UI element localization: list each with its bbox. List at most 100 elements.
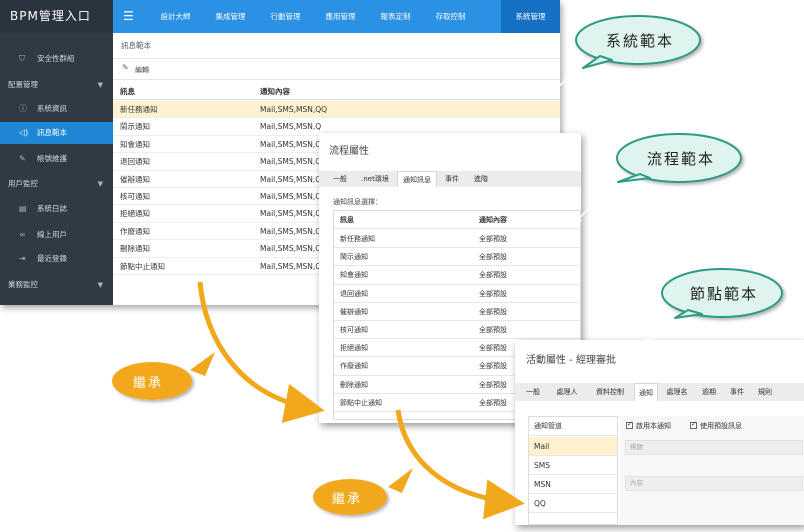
enable-notification-checkbox[interactable]: 啟用本通知 <box>626 420 671 431</box>
table-row[interactable]: 退回通知 全部預設 <box>334 285 581 303</box>
edit-button[interactable]: 編輯 <box>135 65 149 75</box>
nav-tab-access-control[interactable]: 存取控制 <box>423 0 478 33</box>
tab-handler[interactable]: 處理人 <box>548 383 586 401</box>
nav-tab-integration[interactable]: 集成管理 <box>203 0 258 33</box>
row-message-name: 催辦通知 <box>120 174 150 184</box>
pencil-icon[interactable]: ✎ <box>122 63 129 72</box>
table-row[interactable]: 核可通知 全部預設 <box>334 321 581 340</box>
link-icon: ∞ <box>19 230 26 239</box>
row-notification-content: 全部預設 <box>479 253 507 262</box>
channel-item-msn[interactable]: MSN <box>529 475 617 494</box>
nav-tab-mobile[interactable]: 行動管理 <box>258 0 313 33</box>
channel-list: 通知管道 Mail SMS MSN QQ <box>528 416 618 525</box>
tab-handler-name[interactable]: 處理名 <box>660 383 694 401</box>
dialog-tabs: 一般 .net環境 通知訊息 事件 進階 <box>319 171 581 187</box>
row-message-name: 節點中止通知 <box>340 398 382 407</box>
table-row[interactable]: 催辦通知 全部預設 <box>334 303 581 321</box>
channel-item-qq[interactable]: QQ <box>529 494 617 513</box>
inherit-badge-2 <box>313 468 413 515</box>
sidebar-item-account[interactable]: ✎ 帳號維護 <box>0 148 113 170</box>
row-notification-content: 全部預設 <box>479 235 507 243</box>
sidebar-item-online-users[interactable]: ∞ 線上用戶 <box>0 224 113 246</box>
table-header: 訊息 通知內容 <box>113 83 560 100</box>
use-default-message-checkbox[interactable]: 使用預設訊息 <box>690 420 742 431</box>
column-header-content: 通知內容 <box>479 216 507 224</box>
row-notification-content: Mail,SMS,MSN,Q <box>260 226 322 236</box>
sidebar-item-system-info[interactable]: ⓘ 系統資訊 <box>0 98 113 120</box>
sidebar-group-config[interactable]: 配置管理 ▼ <box>0 74 113 96</box>
row-message-name: 作廢通知 <box>120 226 150 236</box>
table-row[interactable]: 鬧示通知 全部預設 <box>334 248 581 267</box>
title-input[interactable]: 標題 <box>625 440 803 455</box>
hamburger-menu-icon[interactable]: ☰ <box>123 9 134 23</box>
sidebar-group-business-monitor[interactable]: 業務監控 ▼ <box>0 274 113 296</box>
row-notification-content: 全部預設 <box>479 289 507 298</box>
sidebar: BPM管理入口 ⛉ 安全性群組 配置管理 ▼ ⓘ 系統資訊 ◁) 訊息範本 ✎ … <box>0 0 113 305</box>
sidebar-group-user-monitor[interactable]: 用戶監控 ▼ <box>0 173 113 195</box>
tab-advanced[interactable]: 進階 <box>467 171 495 187</box>
checkbox-label: 啟用本通知 <box>636 422 671 430</box>
sidebar-item-label: 系統日誌 <box>37 204 67 213</box>
inherit-label-2: 繼承 <box>332 492 363 507</box>
row-notification-content: Mail,SMS,MSN,Q <box>260 122 322 132</box>
login-icon: ⇥ <box>19 254 26 263</box>
sidebar-item-label: 訊息範本 <box>37 128 67 137</box>
tab-overdue[interactable]: 逾期 <box>696 383 722 401</box>
tab-general[interactable]: 一般 <box>327 171 353 187</box>
tab-general[interactable]: 一般 <box>520 383 546 401</box>
callout-node-template-label: 節點範本 <box>690 285 759 303</box>
speaker-icon: ◁) <box>19 128 29 137</box>
tab-events[interactable]: 事件 <box>439 171 465 187</box>
row-message-name: 退回通知 <box>340 289 368 298</box>
tab-notification[interactable]: 通知 <box>634 383 658 401</box>
shield-icon: ⛉ <box>19 54 25 63</box>
dialog-title: 活動屬性 - 經理審批 <box>526 355 616 366</box>
info-icon: ⓘ <box>19 104 27 113</box>
app-brand: BPM管理入口 <box>0 0 113 33</box>
nav-tab-system-management[interactable]: 系統管理 <box>501 0 560 33</box>
channel-item-mail[interactable]: Mail <box>529 437 617 456</box>
nav-tab-designer[interactable]: 設計大師 <box>148 0 203 33</box>
row-message-name: 鬧示通知 <box>340 253 368 262</box>
sidebar-item-message-template[interactable]: ◁) 訊息範本 <box>0 122 113 144</box>
sidebar-group-label: 用戶監控 <box>8 179 38 188</box>
tab-notification[interactable]: 通知訊息 <box>397 171 437 187</box>
table-row[interactable]: 知會通知 全部預設 <box>334 266 581 285</box>
callout-node-template <box>642 268 783 348</box>
sidebar-item-label: 帳號維護 <box>37 154 67 163</box>
channel-item-sms[interactable]: SMS <box>529 456 617 475</box>
log-icon: ▤ <box>19 204 27 213</box>
sidebar-item-system-log[interactable]: ▤ 系統日誌 <box>0 198 113 220</box>
nav-tab-application[interactable]: 應用管理 <box>313 0 368 33</box>
tab-net-env[interactable]: .net環境 <box>355 171 395 187</box>
tab-rules[interactable]: 規則 <box>752 383 778 401</box>
sidebar-group-label: 業務監控 <box>8 280 38 289</box>
wrench-icon: ✎ <box>19 154 26 163</box>
dialog-tabs: 一般 處理人 資料控制 通知 處理名 逾期 事件 規則 <box>515 383 804 401</box>
row-message-name: 新任務通知 <box>120 105 158 114</box>
notification-caption: 通知訊息選擇： <box>333 198 382 206</box>
row-notification-content: 全部預設 <box>479 326 507 334</box>
content-input[interactable]: 內容 <box>625 476 803 491</box>
row-message-name: 作廢通知 <box>340 362 368 371</box>
inherit-label-1: 繼承 <box>133 376 164 391</box>
breadcrumb: 訊息範本 <box>121 41 151 50</box>
sidebar-item-security-group[interactable]: ⛉ 安全性群組 <box>0 48 113 70</box>
row-notification-content: 全部預設 <box>479 380 507 389</box>
table-row[interactable]: 新任務通知 Mail,SMS,MSN,QQ <box>113 101 560 119</box>
row-notification-content: 全部預設 <box>479 362 507 371</box>
tab-data-control[interactable]: 資料控制 <box>588 383 632 401</box>
row-message-name: 新任務通知 <box>340 235 375 243</box>
inherit-badge-1 <box>112 352 215 400</box>
row-message-name: 催辦通知 <box>340 307 368 316</box>
activity-properties-dialog: 活動屬性 - 經理審批 一般 處理人 資料控制 通知 處理名 逾期 事件 規則 … <box>515 340 804 525</box>
sidebar-item-recent-login[interactable]: ⇥ 最近登錄 <box>0 248 113 270</box>
row-notification-content: Mail,SMS,MSN,Q <box>260 209 322 219</box>
table-row[interactable]: 新任務通知 全部預設 <box>334 230 581 249</box>
tab-events[interactable]: 事件 <box>724 383 750 401</box>
row-notification-content: 全部預設 <box>479 344 507 353</box>
top-nav-bar: ☰ 設計大師 集成管理 行動管理 應用管理 報表定制 存取控制 系統管理 <box>113 0 560 33</box>
row-message-name: 刪除通知 <box>340 380 368 389</box>
row-message-name: 知會通知 <box>340 271 368 280</box>
nav-tab-report[interactable]: 報表定制 <box>368 0 423 33</box>
